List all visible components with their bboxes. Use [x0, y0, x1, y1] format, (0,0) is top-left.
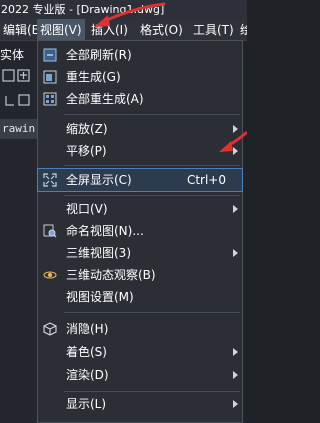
- shortcut-label: Ctrl+0: [186, 173, 226, 187]
- layer-icons[interactable]: [2, 92, 36, 108]
- drawing-tab-label: rawin: [2, 122, 36, 135]
- menu-item-label: 命名视图(N)...: [66, 224, 144, 238]
- submenu-arrow-icon: [233, 205, 238, 213]
- menu-item-pan[interactable]: 平移(P): [38, 140, 242, 162]
- submenu-arrow-icon: [233, 400, 238, 408]
- menu-item-label: 视图设置(M): [66, 290, 134, 304]
- menu-tools[interactable]: 工具(T): [190, 19, 237, 40]
- menu-item-viewports[interactable]: 视口(V): [38, 198, 242, 220]
- menu-item-3d-views[interactable]: 三维视图(3): [38, 242, 242, 264]
- orbit-icon: [43, 271, 57, 279]
- menu-item-display[interactable]: 显示(L): [38, 393, 242, 415]
- menu-item-named-views[interactable]: 命名视图(N)...: [38, 220, 242, 242]
- menu-item-label: 全部重生成(A): [66, 92, 144, 106]
- menu-item-regen-all[interactable]: 全部重生成(A): [38, 88, 242, 110]
- menu-insert[interactable]: 插入(I): [88, 19, 131, 40]
- menu-item-render[interactable]: 渲染(D): [38, 364, 242, 386]
- menu-item-hide[interactable]: 消隐(H): [38, 318, 242, 340]
- menu-item-label: 重生成(G): [66, 70, 121, 84]
- menu-separator: [64, 195, 240, 196]
- drawing-tab[interactable]: rawin: [0, 119, 37, 139]
- menu-item-view-settings[interactable]: 视图设置(M): [38, 286, 242, 308]
- submenu-arrow-icon: [233, 249, 238, 257]
- regen-all-icon: [43, 92, 57, 106]
- menu-item-label: 三维动态观察(B): [66, 268, 156, 282]
- fullscreen-icon: [43, 173, 57, 187]
- menu-item-label: 缩放(Z): [66, 122, 108, 136]
- title-bar: 2022 专业版 - [Drawing1.dwg]: [0, 0, 247, 19]
- menu-separator: [64, 312, 240, 313]
- menu-format[interactable]: 格式(O): [137, 19, 186, 40]
- submenu-arrow-icon: [233, 371, 238, 379]
- menu-draw[interactable]: 绘: [237, 19, 247, 40]
- refresh-all-icon: [43, 48, 57, 62]
- menu-item-fullscreen[interactable]: 全屏显示(C) Ctrl+0: [37, 168, 243, 192]
- window-title: 2022 专业版 - [Drawing1.dwg]: [1, 3, 165, 16]
- submenu-arrow-icon: [233, 348, 238, 356]
- menu-item-label: 视口(V): [66, 202, 108, 216]
- menu-item-label: 着色(S): [66, 345, 107, 359]
- menu-item-label: 显示(L): [66, 397, 107, 411]
- menu-separator: [64, 114, 240, 115]
- menu-item-regen[interactable]: 重生成(G): [38, 66, 242, 88]
- menu-item-refresh-all[interactable]: 全部刷新(R): [38, 44, 242, 66]
- menu-item-3d-orbit[interactable]: 三维动态观察(B): [38, 264, 242, 286]
- view-dropdown-menu: 全部刷新(R) 重生成(G) 全部重生成(A) 缩放(Z) 平移(P) 全屏显示…: [37, 40, 243, 423]
- menu-view[interactable]: 视图(V): [37, 19, 85, 40]
- toolbar-label: 实体: [0, 48, 25, 62]
- menu-separator: [64, 165, 240, 166]
- menu-item-zoom[interactable]: 缩放(Z): [38, 118, 242, 140]
- menu-item-shade[interactable]: 着色(S): [38, 341, 242, 363]
- toolbar-icons[interactable]: [2, 68, 36, 84]
- submenu-arrow-icon: [233, 147, 238, 155]
- menu-item-label: 全部刷新(R): [66, 48, 132, 62]
- regen-icon: [43, 70, 57, 84]
- menu-bar: 编辑(E) 视图(V) 插入(I) 格式(O) 工具(T) 绘: [0, 19, 247, 41]
- named-view-icon: [43, 224, 57, 238]
- menu-item-label: 渲染(D): [66, 368, 109, 382]
- menu-item-label: 消隐(H): [66, 322, 109, 336]
- menu-item-label: 三维视图(3): [66, 246, 131, 260]
- menu-item-label: 平移(P): [66, 144, 107, 158]
- menu-item-label: 全屏显示(C): [66, 173, 132, 187]
- left-toolbar-pane: 实体 rawin: [0, 41, 37, 423]
- submenu-arrow-icon: [233, 125, 238, 133]
- menu-separator: [64, 391, 240, 392]
- hide-icon: [43, 322, 57, 336]
